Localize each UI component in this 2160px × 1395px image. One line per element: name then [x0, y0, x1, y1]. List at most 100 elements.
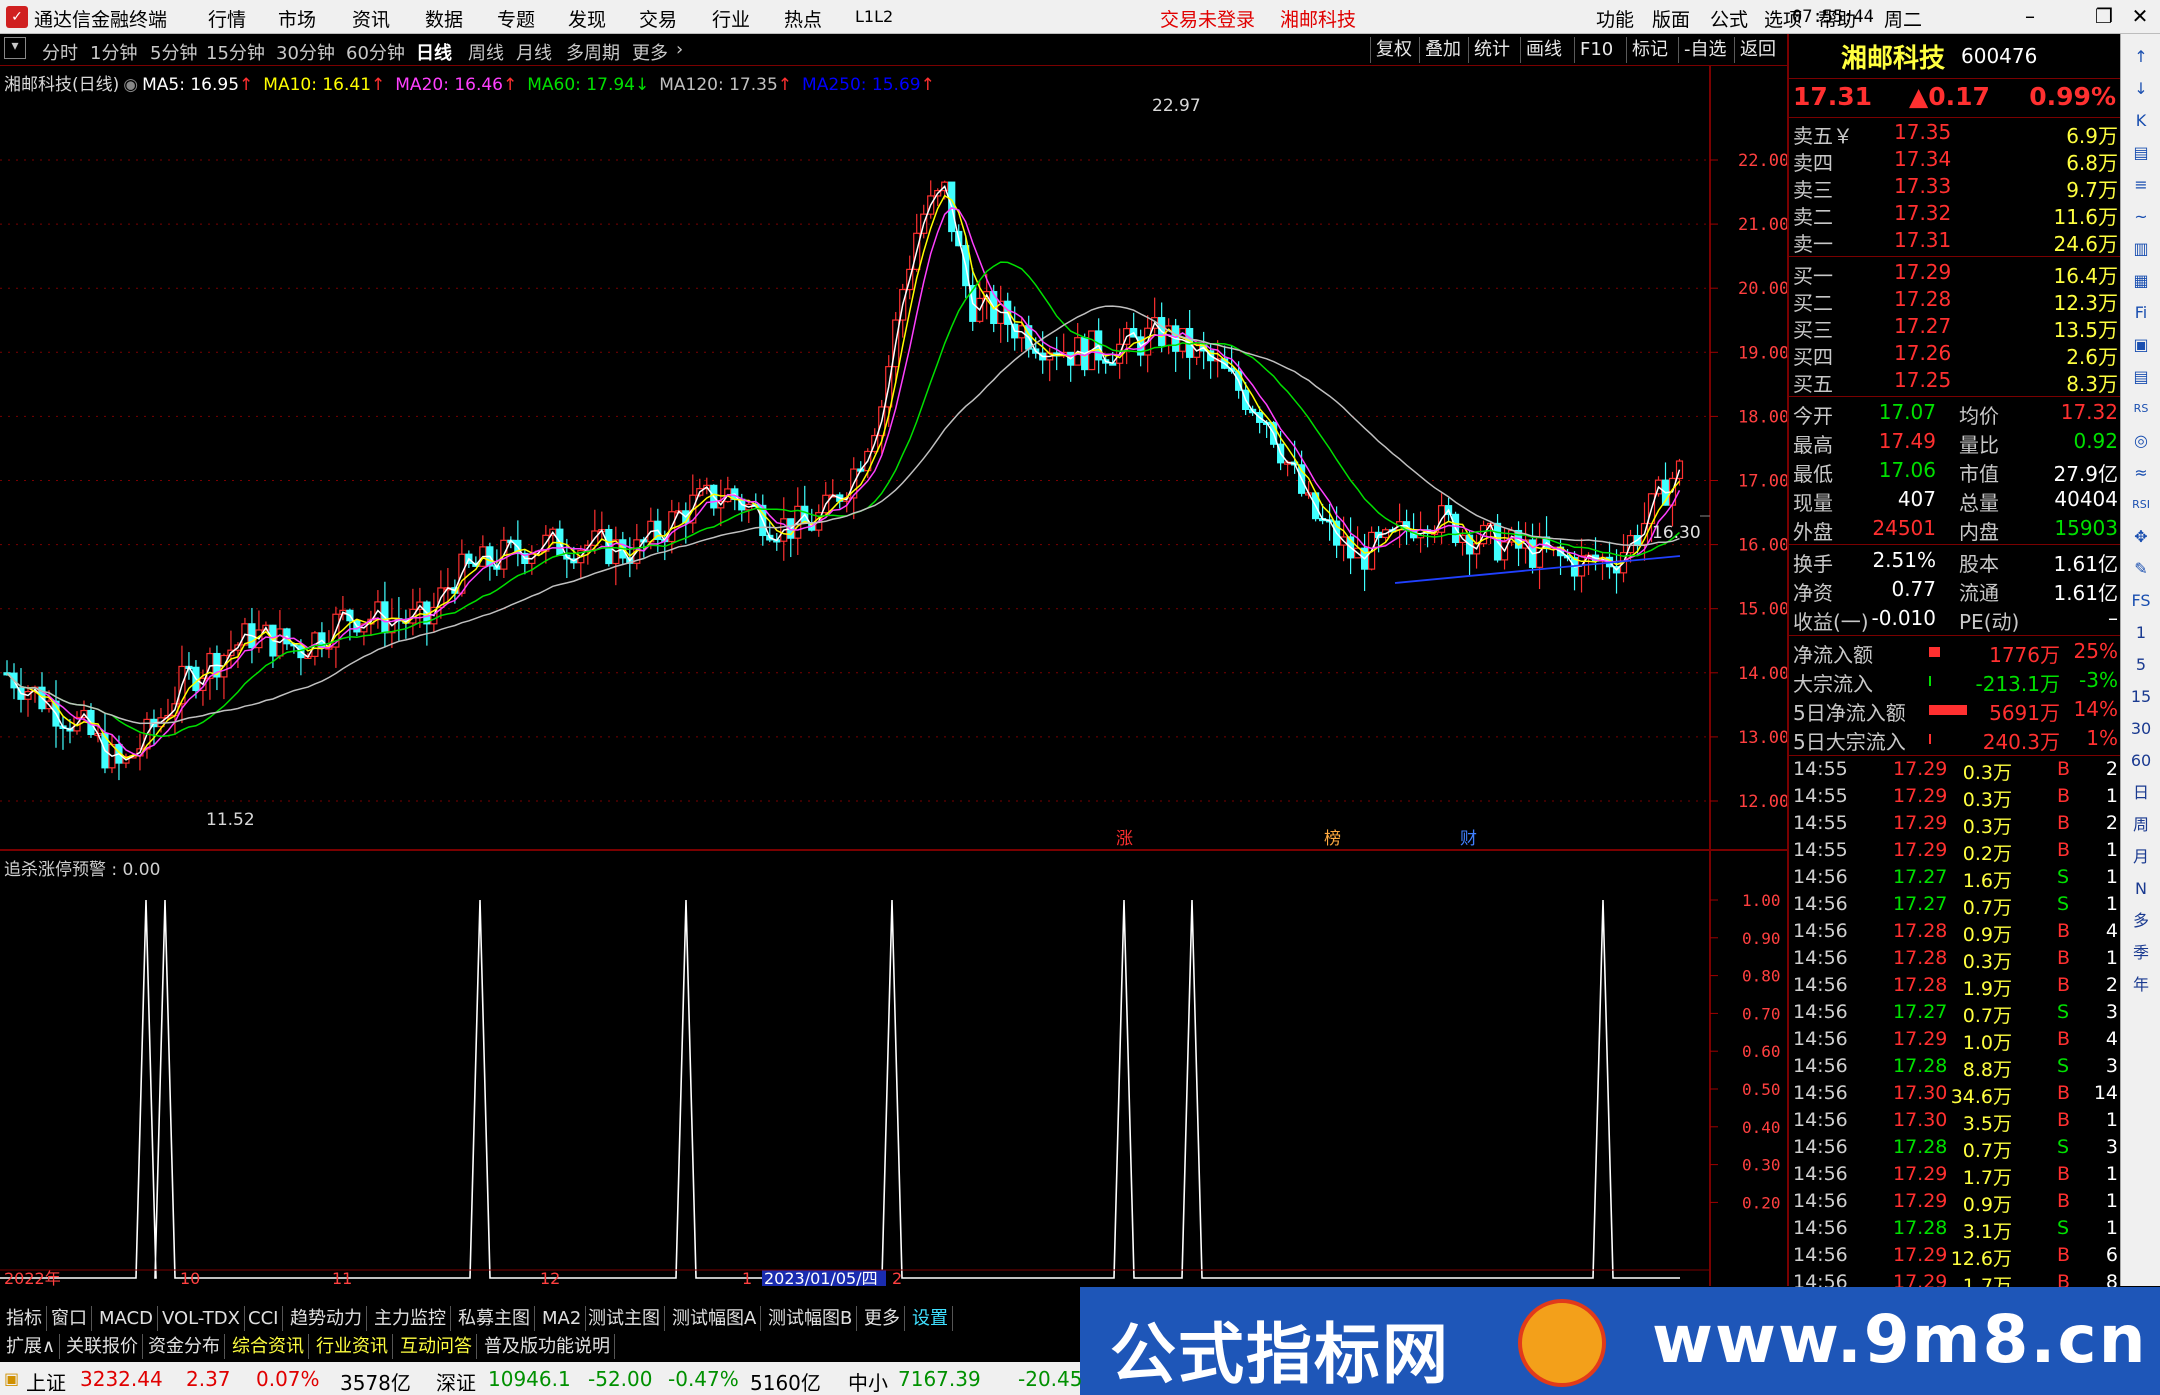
bottom-tab[interactable]: 综合资讯	[228, 1334, 309, 1359]
toolstrip-icon[interactable]: RSI	[2128, 492, 2154, 518]
toolstrip-icon[interactable]: 日	[2128, 780, 2154, 806]
tick-count: 1	[2105, 1109, 2118, 1131]
period-tab[interactable]: 5分钟	[150, 39, 197, 65]
toolbar-button[interactable]: 叠加	[1419, 37, 1466, 63]
toolstrip-icon[interactable]: ↓	[2128, 76, 2154, 102]
quote-stock-name: 湘邮科技	[1841, 44, 1946, 74]
menu-item[interactable]: 交易	[639, 5, 677, 32]
bottom-tab[interactable]: MA2	[538, 1306, 587, 1331]
period-tab[interactable]: 周线	[468, 39, 504, 65]
toolstrip-icon[interactable]: ✎	[2128, 556, 2154, 582]
period-tab[interactable]: 分时	[42, 39, 78, 65]
toolstrip-icon[interactable]: ✥	[2128, 524, 2154, 550]
right-menu-item[interactable]: 功能	[1596, 5, 1634, 32]
right-menu-item[interactable]: 版面	[1652, 5, 1690, 32]
toolstrip-icon[interactable]: ≈	[2128, 460, 2154, 486]
toolstrip-icon[interactable]: FS	[2128, 588, 2154, 614]
restore-icon[interactable]: ❐	[2092, 4, 2116, 28]
bottom-tab[interactable]: 趋势动力	[286, 1306, 367, 1331]
toolbar-button[interactable]: F10	[1574, 37, 1618, 63]
period-tab[interactable]: 日线	[416, 39, 452, 65]
kline-chart[interactable]: 22.0021.0020.0019.0018.0017.0016.0015.00…	[0, 66, 1787, 1286]
bottom-tab[interactable]: 关联报价	[62, 1334, 143, 1359]
bottom-tab[interactable]: 资金分布	[144, 1334, 225, 1359]
status-index-icon[interactable]: ▣	[4, 1369, 19, 1388]
bottom-tab[interactable]: 测试主图	[584, 1306, 665, 1331]
toolstrip-icon[interactable]: N	[2128, 876, 2154, 902]
order-book-label: 卖三	[1793, 178, 1833, 202]
toolstrip-icon[interactable]: ~	[2128, 204, 2154, 230]
bottom-tab[interactable]: 普及版功能说明	[480, 1334, 615, 1359]
period-tab[interactable]: 15分钟	[206, 39, 265, 65]
toolbar-button[interactable]: -自选	[1678, 37, 1732, 63]
bottom-tab[interactable]: MACD	[95, 1306, 158, 1331]
period-tab[interactable]: 60分钟	[346, 39, 405, 65]
toolbar-menu-icon[interactable]: ▾	[4, 37, 26, 59]
toolbar-button[interactable]: 返回	[1734, 37, 1781, 63]
tick-side: B	[2057, 785, 2071, 807]
toolstrip-icon[interactable]: K	[2128, 108, 2154, 134]
legend-ma-arrow: ↑	[239, 75, 254, 95]
toolstrip-icon[interactable]: Fi	[2128, 300, 2154, 326]
menu-item[interactable]: 行业	[712, 5, 750, 32]
toolstrip-icon[interactable]: 月	[2128, 844, 2154, 870]
bottom-tab[interactable]: 设置	[908, 1306, 953, 1331]
menu-item[interactable]: L1L2	[855, 7, 893, 26]
toolstrip-icon[interactable]: 多	[2128, 908, 2154, 934]
menu-item[interactable]: 市场	[278, 5, 316, 32]
toolstrip-icon[interactable]: ▦	[2128, 268, 2154, 294]
menu-item[interactable]: 行情	[208, 5, 246, 32]
menu-item[interactable]: 数据	[425, 5, 463, 32]
toolstrip-icon[interactable]: 季	[2128, 940, 2154, 966]
toolstrip-icon[interactable]: 15	[2128, 684, 2154, 710]
toolstrip-icon[interactable]: RS	[2128, 396, 2154, 422]
bottom-tab[interactable]: 主力监控	[370, 1306, 451, 1331]
bottom-tab[interactable]: 互动问答	[396, 1334, 477, 1359]
bottom-tab[interactable]: 指标	[2, 1306, 47, 1331]
right-menu-item[interactable]: 公式	[1710, 5, 1748, 32]
period-tab[interactable]: 多周期	[566, 39, 620, 65]
legend-toggle-icon[interactable]: ◉	[123, 75, 138, 95]
menu-item[interactable]: 专题	[497, 5, 535, 32]
bottom-tab[interactable]: 私募主图	[454, 1306, 535, 1331]
toolbar-button[interactable]: 标记	[1626, 37, 1673, 63]
menu-item[interactable]: 发现	[568, 5, 606, 32]
bottom-tab[interactable]: 测试幅图B	[764, 1306, 858, 1331]
period-tab[interactable]: 更多	[632, 39, 668, 65]
bottom-tab[interactable]: 行业资讯	[312, 1334, 393, 1359]
more-chevron-icon[interactable]: ›	[676, 39, 683, 60]
toolstrip-icon[interactable]: ↑	[2128, 44, 2154, 70]
menu-item[interactable]: 热点	[784, 5, 822, 32]
toolstrip-icon[interactable]: ≡	[2128, 172, 2154, 198]
bottom-tab[interactable]: 窗口	[47, 1306, 92, 1331]
minimize-icon[interactable]: –	[2018, 4, 2042, 28]
toolstrip-icon[interactable]: 1	[2128, 620, 2154, 646]
period-tab[interactable]: 月线	[516, 39, 552, 65]
menu-item[interactable]: 资讯	[352, 5, 390, 32]
toolbar-button[interactable]: 画线	[1520, 37, 1567, 63]
toolstrip-icon[interactable]: 年	[2128, 972, 2154, 998]
toolbar-button[interactable]: 统计	[1468, 37, 1515, 63]
bottom-tab[interactable]: VOL-TDX	[158, 1306, 245, 1331]
fund-flow-label: 5日净流入额	[1793, 701, 1906, 725]
toolbar-button[interactable]: 复权	[1370, 37, 1417, 63]
bottom-tab[interactable]: 测试幅图A	[668, 1306, 762, 1331]
tick-row: 14:56 17.29 0.9万 B 1	[1789, 1190, 2122, 1217]
toolstrip-icon[interactable]: 周	[2128, 812, 2154, 838]
toolstrip-icon[interactable]: ▤	[2128, 140, 2154, 166]
bottom-tab[interactable]: 更多	[860, 1306, 905, 1331]
bottom-tab[interactable]: CCI	[244, 1306, 284, 1331]
toolstrip-icon[interactable]: ▥	[2128, 236, 2154, 262]
bottom-tab[interactable]: 扩展∧	[2, 1334, 61, 1359]
toolstrip-icon[interactable]: 5	[2128, 652, 2154, 678]
tick-time: 14:56	[1793, 920, 1848, 942]
toolstrip-icon[interactable]: 30	[2128, 716, 2154, 742]
toolstrip-icon[interactable]: ▣	[2128, 332, 2154, 358]
close-icon[interactable]: ✕	[2128, 4, 2152, 28]
period-tab[interactable]: 30分钟	[276, 39, 335, 65]
toolstrip-icon[interactable]: ◎	[2128, 428, 2154, 454]
toolstrip-icon[interactable]: 60	[2128, 748, 2154, 774]
toolstrip-icon[interactable]: ▤	[2128, 364, 2154, 390]
period-tab[interactable]: 1分钟	[90, 39, 137, 65]
login-status[interactable]: 交易未登录	[1160, 5, 1255, 32]
